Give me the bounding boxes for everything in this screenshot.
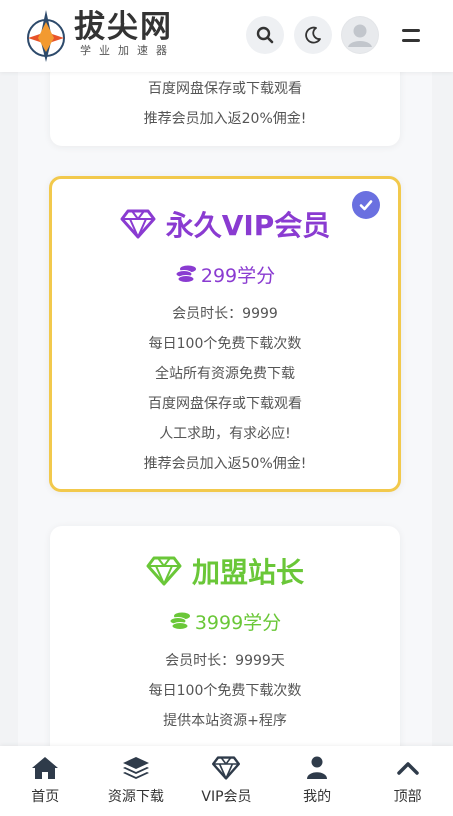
vip-plans-list: 百度网盘保存或下载观看 推荐会员加入返20%佣金! 永久VIP会员 299学分 … [18,52,432,786]
search-button[interactable] [246,16,284,54]
brand-name: 拔尖网 [74,9,173,45]
coins-icon [169,612,190,630]
user-avatar-icon [342,17,378,53]
plan-feature: 会员时长：9999天 [165,653,285,669]
tab-downloads[interactable]: 资源下载 [91,746,182,816]
diamond-icon [146,556,182,586]
logo-icon[interactable] [22,8,70,64]
dark-mode-toggle[interactable] [294,16,332,54]
bottom-tab-bar: 首页 资源下载 VIP会员 我的 顶部 [0,746,453,816]
plan-title-text: 加盟站长 [191,556,304,589]
plan-price: 299学分 [52,257,398,291]
tab-vip[interactable]: VIP会员 [181,746,272,816]
menu-icon [402,29,420,32]
plan-feature: 人工求助，有求必应! [159,426,291,442]
plan-price-text: 299学分 [200,264,276,287]
plan-feature: 每日100个免费下载次数 [148,336,302,352]
diamond-icon [212,756,241,780]
tab-profile[interactable]: 我的 [272,746,363,816]
plan-price: 3999学分 [50,604,400,638]
plan-feature: 推荐会员加入返50%佣金! [143,456,307,472]
search-icon [256,26,274,44]
tab-label: 资源下载 [107,789,164,805]
tab-home[interactable]: 首页 [0,746,91,816]
top-header: 拔尖网 学业加速器 [0,0,453,72]
plan-feature: 提供本站资源+程序 [163,713,287,729]
tab-label: 顶部 [393,789,422,805]
plan-title-text: 永久VIP会员 [165,209,331,242]
plan-feature: 全站所有资源免费下载 [155,366,295,382]
moon-icon [305,26,321,44]
coins-icon [175,265,196,283]
layers-icon [122,757,149,779]
chevron-up-icon [396,762,419,775]
diamond-icon [120,209,156,239]
menu-button[interactable] [400,26,424,46]
plan-title: 加盟站长 [50,548,400,594]
plan-feature: 每日100个免费下载次数 [148,683,302,699]
plan-feature: 百度网盘保存或下载观看 [148,81,302,97]
brand-tagline: 学业加速器 [80,44,175,57]
home-icon [32,757,59,779]
tab-back-to-top[interactable]: 顶部 [362,746,453,816]
tab-label: 首页 [31,789,60,805]
plan-feature: 会员时长：9999 [172,306,278,322]
brand[interactable]: 拔尖网 学业加速器 [74,10,175,58]
user-icon [307,756,328,779]
tab-label: 我的 [303,789,332,805]
avatar[interactable] [341,16,379,54]
tab-label: VIP会员 [201,789,252,805]
vip-plan-card-permanent[interactable]: 永久VIP会员 299学分 会员时长：9999 每日100个免费下载次数 全站所… [49,176,401,492]
selected-check-icon [352,191,380,219]
plan-feature: 推荐会员加入返20%佣金! [143,111,307,127]
plan-title: 永久VIP会员 [52,201,398,247]
plan-feature: 百度网盘保存或下载观看 [148,396,302,412]
plan-price-text: 3999学分 [194,611,282,634]
